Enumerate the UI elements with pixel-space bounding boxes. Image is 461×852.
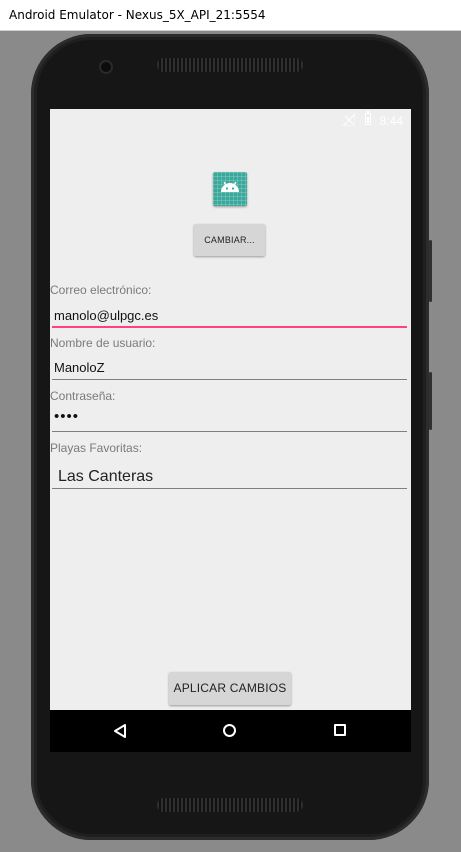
email-label: Correo electrónico:: [50, 283, 152, 297]
status-time: 8:44: [379, 114, 403, 128]
power-button[interactable]: [429, 240, 432, 302]
top-speaker-grille: [157, 58, 303, 72]
back-icon[interactable]: [113, 724, 127, 738]
password-value: ••••: [54, 408, 80, 425]
username-value: ManoloZ: [54, 360, 105, 375]
change-photo-button[interactable]: CAMBIAR...: [194, 224, 265, 256]
email-field[interactable]: manolo@ulpgc.es: [52, 304, 407, 328]
recents-icon[interactable]: [334, 724, 346, 736]
home-icon[interactable]: [223, 724, 236, 737]
android-app-icon: [213, 172, 247, 206]
front-camera: [101, 62, 111, 72]
beaches-field[interactable]: Las Canteras: [52, 464, 407, 489]
beaches-label: Playas Favoritas:: [50, 441, 143, 455]
signal-off-icon: [343, 114, 355, 126]
volume-button[interactable]: [429, 372, 432, 430]
beaches-value: Las Canteras: [58, 468, 154, 485]
navigation-bar: [50, 710, 411, 752]
status-bar: 8:44: [50, 109, 411, 133]
bottom-speaker-grille: [157, 798, 303, 812]
battery-icon: [365, 111, 371, 125]
username-field[interactable]: ManoloZ: [52, 356, 407, 380]
device-screen: 8:44 CAMBIAR... Correo electrónico: mano…: [50, 109, 411, 752]
apply-changes-button[interactable]: APLICAR CAMBIOS: [169, 672, 291, 705]
window-title: Android Emulator - Nexus_5X_API_21:5554: [9, 8, 266, 22]
password-label: Contraseña:: [50, 389, 116, 403]
window-title-bar: Android Emulator - Nexus_5X_API_21:5554: [0, 0, 461, 31]
password-field[interactable]: ••••: [52, 408, 407, 432]
username-label: Nombre de usuario:: [50, 336, 156, 350]
email-value: manolo@ulpgc.es: [54, 308, 159, 323]
